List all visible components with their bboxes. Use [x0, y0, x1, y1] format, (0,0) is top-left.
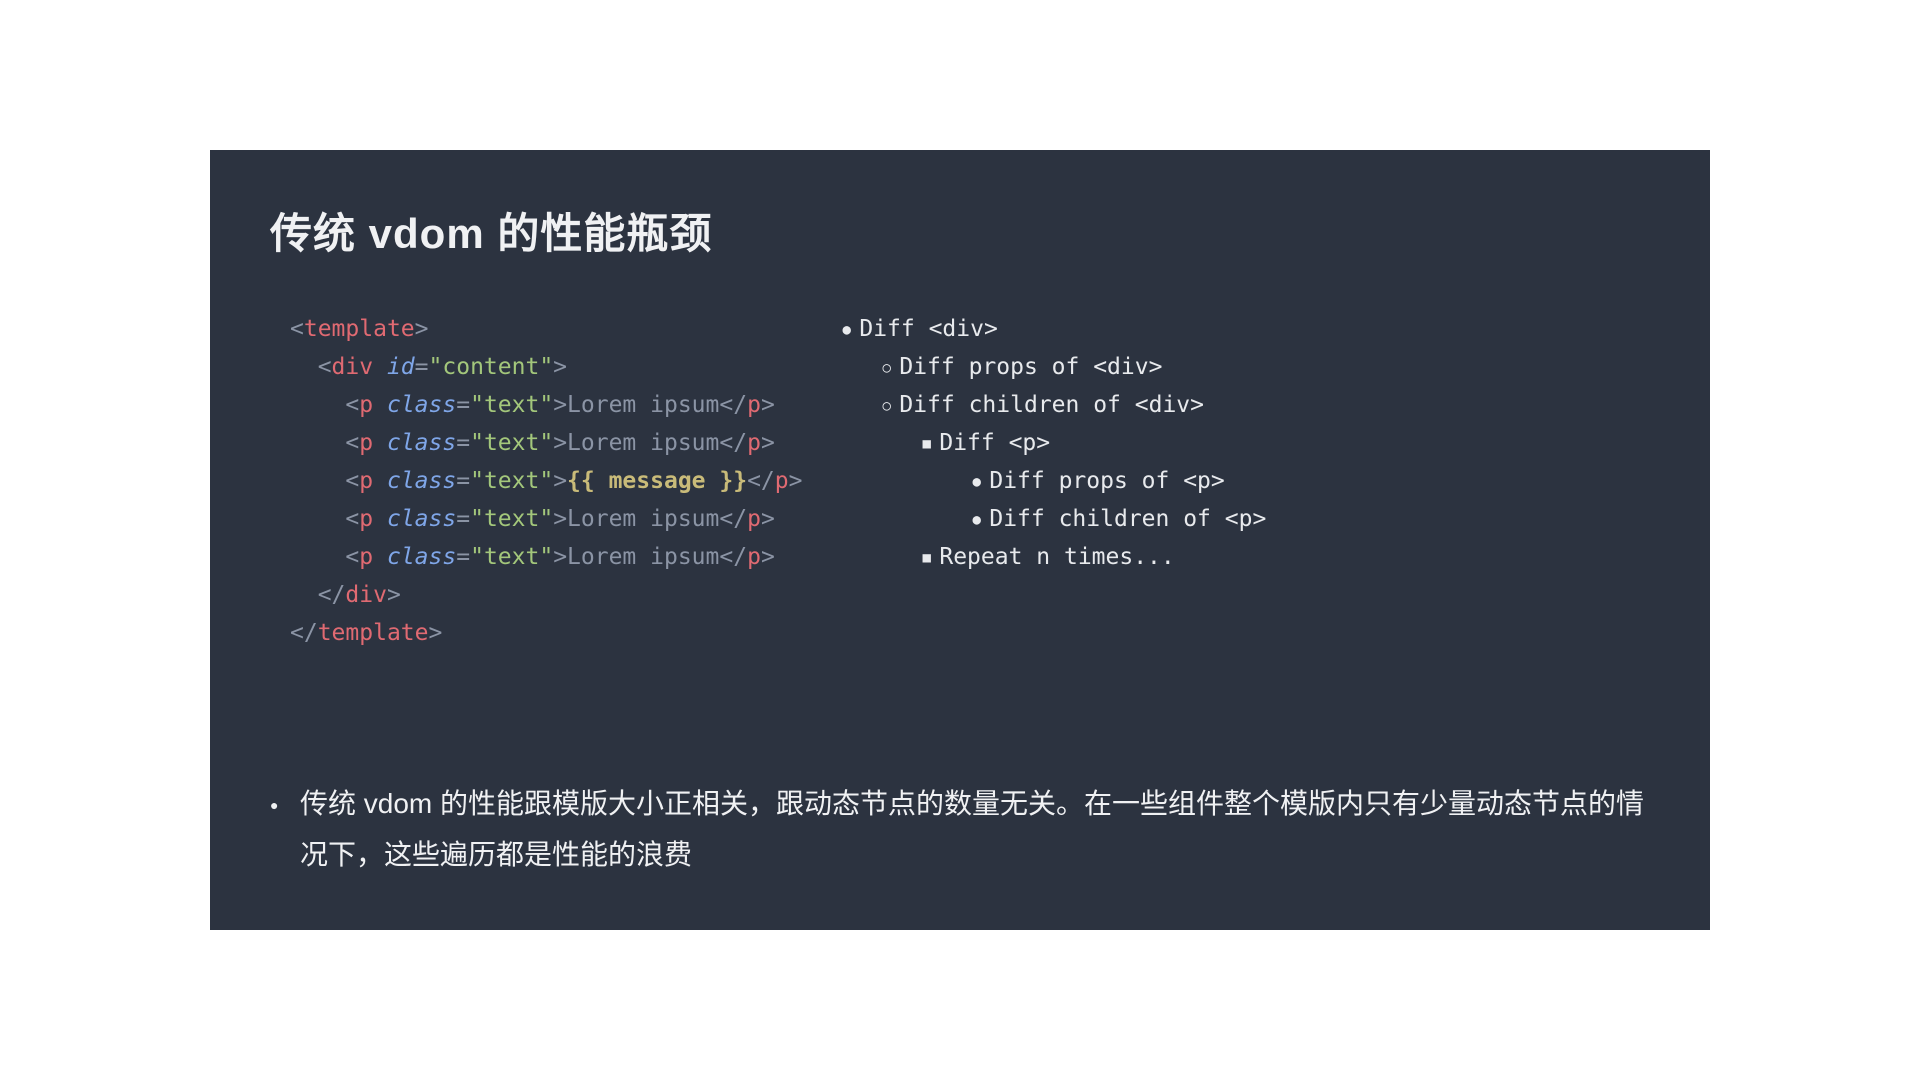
bullet-lvl1: Diff children of <div>	[842, 387, 1650, 425]
bullet-lvl1: Diff props of <div>	[842, 349, 1650, 387]
slide-title: 传统 vdom 的性能瓶颈	[270, 200, 1650, 261]
bottom-note: 传统 vdom 的性能跟模版大小正相关，跟动态节点的数量无关。在一些组件整个模版…	[300, 779, 1650, 880]
bullet-lvl0: Diff <div>	[842, 311, 1650, 349]
diff-bullets: Diff <div> Diff props of <div> Diff chil…	[842, 311, 1650, 652]
content-row: <template> <div id="content"> <p class="…	[270, 311, 1650, 652]
code-block: <template> <div id="content"> <p class="…	[270, 311, 802, 652]
bullet-lvl2: Repeat n times...	[842, 539, 1650, 577]
bullet-lvl2: Diff <p>	[842, 425, 1650, 463]
presentation-slide: 传统 vdom 的性能瓶颈 <template> <div id="conten…	[210, 150, 1710, 930]
bullet-lvl3: Diff props of <p>	[842, 463, 1650, 501]
bullet-lvl3: Diff children of <p>	[842, 501, 1650, 539]
